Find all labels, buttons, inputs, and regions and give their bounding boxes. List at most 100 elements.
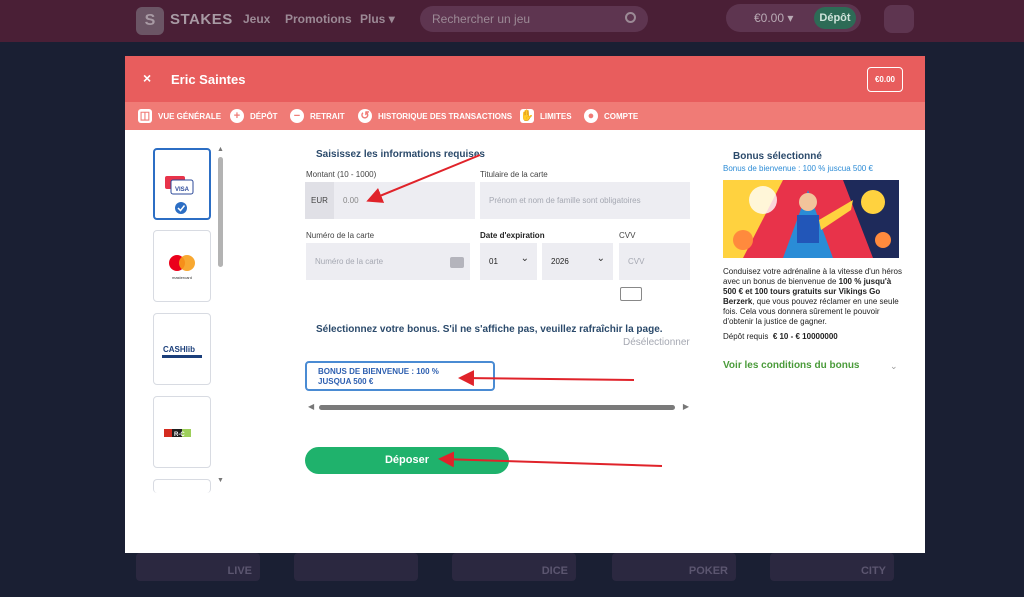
card-number-label: Numéro de la carte [306,231,375,240]
game-tile[interactable] [294,553,418,581]
tab-label: VUE GÉNÉRALE [158,111,222,121]
nav-jeux[interactable]: Jeux [243,12,270,26]
cashier-modal: × Eric Saintes €0.00 ◫ VUE GÉNÉRALE + DÉPÔ… [125,56,925,553]
cashlib-label: CASHlib [163,345,195,354]
site-topbar: S STAKES Jeux Promotions Plus ▾ Recherch… [0,0,1024,42]
currency-addon: EUR [305,182,334,219]
tab-account[interactable]: ● COMPTE [584,108,638,124]
game-tile[interactable]: POKER [612,553,736,581]
cvv-label: CVV [619,231,636,240]
tab-history[interactable]: ↺ HISTORIQUE DES TRANSACTIONS [358,108,512,124]
cvv-card-icon [620,287,642,301]
tab-label: RETRAIT [310,111,345,121]
bonus-option[interactable]: BONUS DE BIENVENUE : 100 % JUSQUA 500 € [305,361,495,391]
bonus-panel-subtitle: Bonus de bienvenue : 100 % juscua 500 € [723,164,873,173]
cvv-input[interactable]: CVV [619,243,690,280]
rc-card-icon: R-C [164,429,191,438]
holder-label: Titulaire de la carte [480,170,548,179]
bonus-req-label: Dépôt requis [723,332,769,341]
wallet-icon: ◫ [138,109,152,123]
close-icon[interactable]: × [143,70,151,86]
chevron-down-icon: ▾ [388,12,395,26]
payment-method-cashlib[interactable]: CASHlib [153,313,211,385]
game-tile-label: DICE [541,565,568,577]
game-tile-label: CITY [860,565,886,577]
rc-label: R-C [174,432,185,438]
game-tile[interactable]: LIVE [136,553,260,581]
scroll-thumb[interactable] [319,405,675,410]
payment-method-visa[interactable]: VISA [153,148,211,220]
bonus-requirement: Dépôt requis € 10 - € 10000000 [723,332,838,341]
bonus-option-line2: JUSQUA 500 € [318,377,374,386]
user-icon: ● [584,109,598,123]
site-search-input[interactable]: Rechercher un jeu [420,6,648,32]
payment-method-more[interactable] [153,479,211,493]
site-balance-value: €0.00 [754,11,785,25]
card-icon [450,257,464,268]
plus-circle-icon: + [230,109,244,123]
hand-icon: ✋ [520,109,534,123]
expiry-month-select[interactable]: 01 [480,243,537,280]
mastercard-label: mastercard [172,275,192,280]
modal-title: Eric Saintes [171,72,246,87]
user-icon[interactable] [884,5,914,33]
deselect-link[interactable]: Désélectionner [623,337,690,348]
tab-deposit[interactable]: + DÉPÔT [230,108,278,124]
tab-label: HISTORIQUE DES TRANSACTIONS [378,111,513,121]
tab-label: DÉPÔT [250,111,278,121]
mastercard-icon: mastercard [169,255,195,280]
tab-overview[interactable]: ◫ VUE GÉNÉRALE [138,108,221,124]
expiry-label: Date d'expiration [480,231,545,240]
amount-label: Montant (10 - 1000) [306,170,377,179]
visa-card-icon: VISA [165,176,194,214]
bonus-heading: Sélectionnez votre bonus. S'il ne s'affi… [316,324,663,335]
scroll-thumb[interactable] [218,157,223,267]
scroll-up-icon[interactable]: ▲ [217,146,224,153]
visa-label: VISA [175,187,190,193]
bonus-req-value: € 10 - € 10000000 [772,332,838,341]
bonus-option-line1: BONUS DE BIENVENUE : 100 % [318,367,439,376]
game-tile-label: POKER [688,565,728,577]
game-tile[interactable]: DICE [452,553,576,581]
scroll-right-icon[interactable]: ▶ [683,402,689,411]
game-tile[interactable]: CITY [770,553,894,581]
amount-input[interactable]: 0.00 [334,182,475,219]
site-brand: STAKES [170,11,233,28]
holder-input[interactable]: Prénom et nom de famille sont obligatoir… [480,182,690,219]
tab-limits[interactable]: ✋ LIMITES [520,108,572,124]
bonus-panel-title: Bonus sélectionné [733,151,822,162]
chevron-down-icon[interactable]: ⌄ [890,361,898,372]
game-tile-label: LIVE [227,565,252,577]
cashlib-icon: CASHlib [162,343,202,358]
bonus-description: Conduisez votre adrénaline à la vitesse … [723,267,903,327]
bonus-scrollbar[interactable]: ◀ ▶ [308,402,689,412]
site-deposit-button[interactable]: Dépôt [814,7,856,29]
minus-circle-icon: − [290,109,304,123]
payment-scrollbar[interactable]: ▲ ▼ [217,146,224,487]
chevron-down-icon: ▾ [787,11,794,25]
modal-tabs: ◫ VUE GÉNÉRALE + DÉPÔT − RETRAIT ↺ HISTORIQU… [125,102,925,130]
balance-badge[interactable]: €0.00 [867,67,903,92]
modal-header: × Eric Saintes €0.00 [125,56,925,102]
card-number-input[interactable]: Numéro de la carte [306,243,470,280]
tab-label: LIMITES [540,111,572,121]
tab-withdraw[interactable]: − RETRAIT [290,108,345,124]
history-icon: ↺ [358,109,372,123]
bonus-conditions-link[interactable]: Voir les conditions du bonus [723,360,859,371]
nav-plus[interactable]: Plus ▾ [360,12,395,26]
form-heading: Saisissez les informations requises [316,149,485,160]
scroll-down-icon[interactable]: ▼ [217,477,224,484]
nav-plus-label: Plus [360,12,386,26]
bonus-banner-image [723,180,899,258]
game-tiles: LIVE DICE POKER CITY [136,553,896,583]
logo-icon: S [136,7,164,35]
tab-label: COMPTE [604,111,639,121]
deposit-submit-button[interactable]: Déposer [305,447,509,474]
payment-method-rc[interactable]: R-C [153,396,211,468]
payment-method-mastercard[interactable]: mastercard [153,230,211,302]
nav-promotions[interactable]: Promotions [285,12,352,26]
expiry-year-select[interactable]: 2026 [542,243,613,280]
search-icon [625,12,636,23]
site-search-placeholder: Rechercher un jeu [432,12,531,26]
scroll-left-icon[interactable]: ◀ [308,402,314,411]
